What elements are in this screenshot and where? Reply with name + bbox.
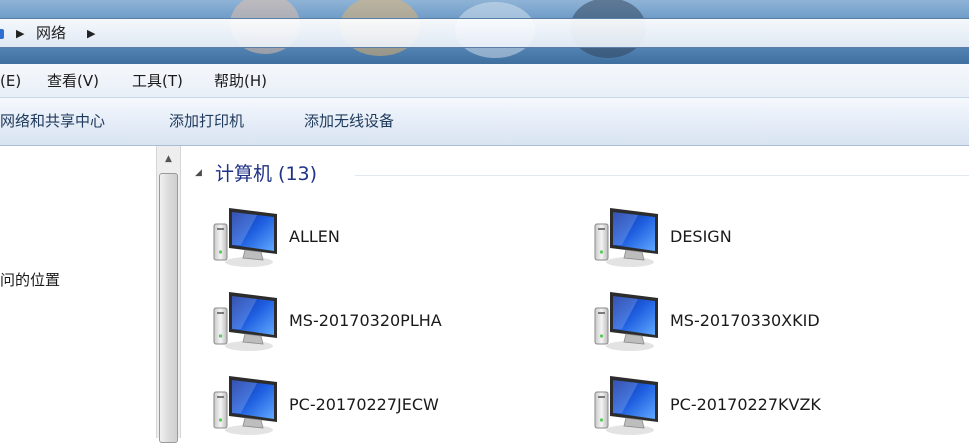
computer-item[interactable]: MS-20170330XKID	[592, 288, 962, 358]
chevron-right-icon[interactable]: ▶	[87, 25, 95, 43]
computer-icon	[592, 372, 664, 438]
nav-pane-scrollbar[interactable]: ▲	[156, 146, 181, 443]
nav-item-recent-places[interactable]: 问的位置	[0, 270, 60, 290]
content-pane: ◢ 计算机 (13) ALLEN DESIGN MS-20170320PLHA …	[181, 146, 969, 438]
network-sharing-center-button[interactable]: 网络和共享中心	[0, 111, 105, 131]
scroll-up-arrow-icon[interactable]: ▲	[159, 148, 178, 170]
group-header-computers[interactable]: ◢ 计算机 (13)	[195, 160, 969, 188]
computer-icon	[211, 372, 283, 438]
add-printer-button[interactable]: 添加打印机	[169, 111, 244, 131]
add-wireless-device-button[interactable]: 添加无线设备	[304, 111, 394, 131]
menu-bar: (E) 查看(V) 工具(T) 帮助(H)	[0, 64, 969, 98]
computer-icon	[211, 204, 283, 270]
computer-item[interactable]: DESIGN	[592, 204, 962, 274]
group-title: 计算机 (13)	[215, 163, 318, 185]
title-bar: ▶ 网络 ▶	[0, 0, 969, 64]
menu-view[interactable]: 查看(V)	[47, 71, 99, 91]
computer-item[interactable]: PC-20170227JECW	[211, 372, 581, 442]
collapse-triangle-icon[interactable]: ◢	[195, 168, 202, 178]
menu-edit[interactable]: (E)	[0, 71, 21, 91]
computer-icon	[592, 204, 664, 270]
computer-name: MS-20170320PLHA	[289, 311, 442, 330]
group-divider	[355, 175, 969, 176]
computer-item[interactable]: ALLEN	[211, 204, 581, 274]
command-bar: 网络和共享中心 添加打印机 添加无线设备	[0, 98, 969, 146]
network-location-icon	[0, 29, 4, 39]
chevron-right-icon[interactable]: ▶	[16, 25, 24, 43]
computer-item[interactable]: MS-20170320PLHA	[211, 288, 581, 358]
computer-name: ALLEN	[289, 227, 340, 246]
computer-name: DESIGN	[670, 227, 732, 246]
menu-tools[interactable]: 工具(T)	[132, 71, 183, 91]
computer-name: PC-20170227KVZK	[670, 395, 821, 414]
navigation-pane: 问的位置	[0, 146, 156, 438]
computer-name: MS-20170330XKID	[670, 311, 820, 330]
address-bar[interactable]: ▶ 网络 ▶	[0, 18, 969, 48]
computer-icon	[592, 288, 664, 354]
computer-icon	[211, 288, 283, 354]
breadcrumb-network[interactable]: 网络	[36, 23, 66, 43]
computer-item[interactable]: PC-20170227KVZK	[592, 372, 962, 442]
scroll-thumb[interactable]	[159, 173, 178, 443]
menu-help[interactable]: 帮助(H)	[214, 71, 267, 91]
computer-name: PC-20170227JECW	[289, 395, 439, 414]
